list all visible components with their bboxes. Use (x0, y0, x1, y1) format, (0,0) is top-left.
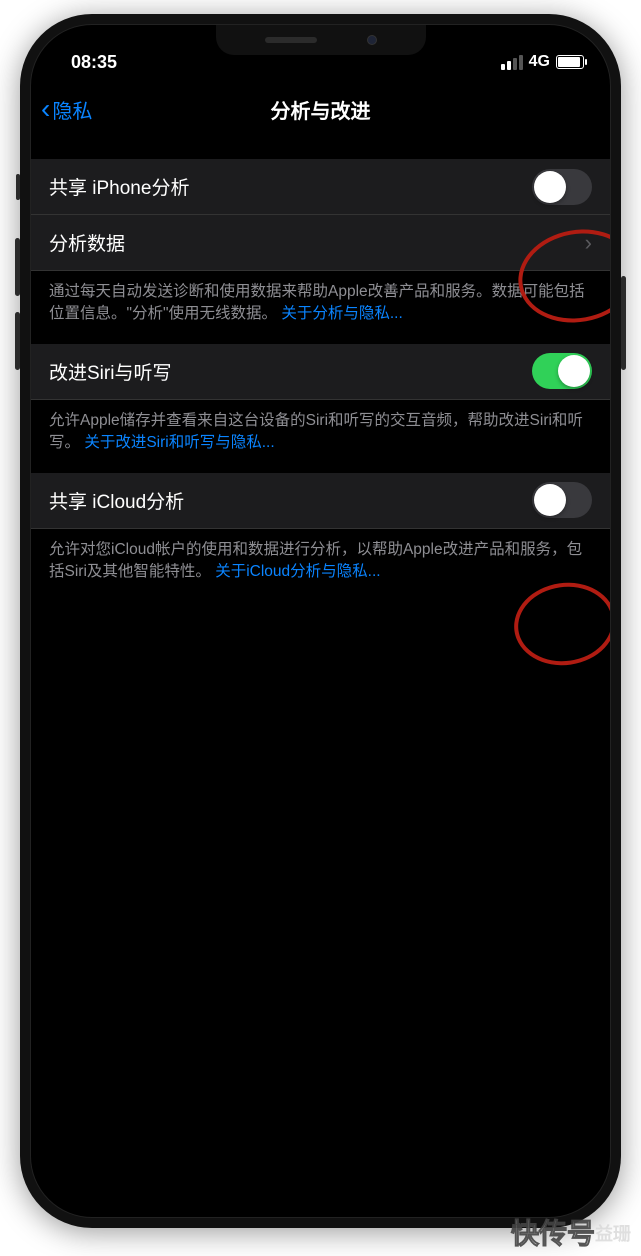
battery-icon (556, 55, 584, 69)
row-improve-siri-dictation[interactable]: 改进Siri与听写 (31, 344, 610, 400)
toggle-improve-siri-dictation[interactable] (532, 353, 592, 389)
status-time: 08:35 (71, 52, 117, 73)
group-footer: 允许Apple储存并查看来自这台设备的Siri和听写的交互音频，帮助改进Siri… (31, 400, 610, 455)
row-share-iphone-analytics[interactable]: 共享 iPhone分析 (31, 159, 610, 215)
row-analytics-data[interactable]: 分析数据 › (31, 215, 610, 271)
group-footer: 允许对您iCloud帐户的使用和数据进行分析，以帮助Apple改进产品和服务，包… (31, 529, 610, 584)
content: 共享 iPhone分析 分析数据 › 通过每天自动发送诊断和使用数据来帮助App… (31, 137, 610, 584)
annotation-circle-2 (509, 576, 611, 671)
screen: 08:35 4G ‹ 隐私 分析与改进 共享 iPhone分析 (30, 24, 611, 1218)
row-label: 共享 iPhone分析 (49, 173, 189, 200)
watermark-main: 快传号 (511, 1212, 595, 1252)
chevron-left-icon: ‹ (41, 95, 50, 123)
toggle-share-icloud-analytics[interactable] (532, 482, 592, 518)
power-button (621, 276, 626, 370)
link-about-siri-privacy[interactable]: 关于改进Siri和听写与隐私... (84, 434, 274, 451)
row-label: 分析数据 (49, 229, 125, 256)
nav-bar: ‹ 隐私 分析与改进 (31, 81, 610, 137)
speaker-grille (265, 37, 317, 43)
volume-down-button (15, 312, 20, 370)
link-about-icloud-privacy[interactable]: 关于iCloud分析与隐私... (215, 563, 380, 580)
back-button[interactable]: ‹ 隐私 (41, 95, 92, 124)
page-title: 分析与改进 (31, 95, 610, 124)
watermark-sub: 益珊 (595, 1220, 631, 1246)
front-camera (367, 35, 377, 45)
group-footer: 通过每天自动发送诊断和使用数据来帮助Apple改善产品和服务。数据可能包括位置信… (31, 271, 610, 326)
phone-frame: 08:35 4G ‹ 隐私 分析与改进 共享 iPhone分析 (20, 14, 621, 1228)
toggle-share-iphone-analytics[interactable] (532, 169, 592, 205)
row-label: 共享 iCloud分析 (49, 487, 184, 514)
chevron-right-icon: › (585, 230, 592, 256)
volume-up-button (15, 238, 20, 296)
row-label: 改进Siri与听写 (49, 358, 171, 385)
signal-icon (501, 55, 523, 70)
group-improve-siri: 改进Siri与听写 允许Apple储存并查看来自这台设备的Siri和听写的交互音… (31, 344, 610, 455)
notch (216, 25, 426, 55)
group-share-iphone: 共享 iPhone分析 分析数据 › 通过每天自动发送诊断和使用数据来帮助App… (31, 159, 610, 326)
row-share-icloud-analytics[interactable]: 共享 iCloud分析 (31, 473, 610, 529)
group-share-icloud: 共享 iCloud分析 允许对您iCloud帐户的使用和数据进行分析，以帮助Ap… (31, 473, 610, 584)
network-label: 4G (529, 53, 550, 71)
link-about-analytics-privacy[interactable]: 关于分析与隐私... (281, 305, 402, 322)
mute-switch (16, 174, 20, 200)
back-label: 隐私 (52, 95, 92, 124)
status-right: 4G (501, 53, 584, 71)
